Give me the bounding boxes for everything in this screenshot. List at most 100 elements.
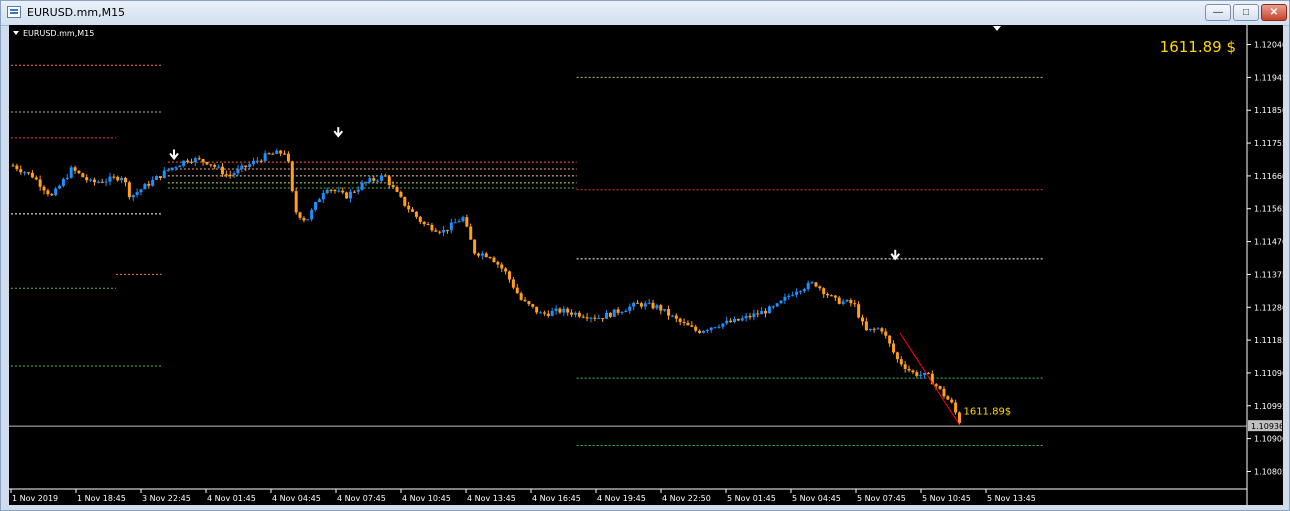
candle-body — [364, 181, 368, 184]
candle-body — [760, 310, 764, 315]
window-title: EURUSD.mm,M15 — [27, 6, 126, 19]
price-chart[interactable]: 1.12040 1.11945 1.11850 1.11755 1.11660 1.115… — [9, 25, 1283, 505]
candle-body — [903, 364, 907, 369]
candle-body — [267, 153, 271, 155]
candle-body — [457, 221, 461, 223]
candle-body — [740, 318, 744, 321]
chart-window: EURUSD.mm,M15 — □ ✕ 1.12040 1.11945 1.1185… — [0, 0, 1290, 511]
candle-body — [822, 288, 826, 295]
candle-body — [77, 170, 81, 174]
candle-body — [275, 150, 279, 154]
candle-body — [85, 177, 89, 181]
candle-body — [698, 330, 702, 333]
candle-body — [954, 402, 958, 413]
candle-body — [957, 412, 961, 423]
candle-body — [27, 172, 31, 174]
current-price-label: 1.10936 — [1251, 422, 1283, 431]
candle-body — [562, 308, 566, 313]
candle-body — [360, 183, 364, 190]
price-tick-label: 1.10805 — [1254, 467, 1283, 476]
candle-body — [469, 226, 473, 240]
candle-body — [888, 335, 892, 344]
candle-body — [314, 202, 318, 210]
title-bar[interactable]: EURUSD.mm,M15 — □ ✕ — [1, 1, 1289, 26]
candle-body — [224, 174, 228, 176]
candle-body — [54, 188, 58, 196]
candle-body — [767, 306, 771, 314]
candle-body — [853, 303, 857, 305]
candle-body — [197, 158, 201, 160]
candle-body — [585, 317, 589, 319]
candle-body — [131, 194, 135, 198]
candle-body — [422, 221, 426, 225]
time-tick-label: 5 Nov 13:45 — [987, 494, 1036, 503]
candle-body — [61, 178, 65, 186]
candle-body — [151, 179, 155, 186]
candle-body — [845, 299, 849, 302]
candle-body — [139, 189, 143, 193]
candle-body — [876, 328, 880, 330]
collapse-triangle-icon — [13, 31, 19, 35]
candle-body — [147, 183, 151, 186]
candle-body — [663, 308, 667, 311]
candle-body — [259, 160, 263, 162]
candle-body — [554, 308, 558, 311]
time-tick-label: 5 Nov 10:45 — [922, 494, 971, 503]
candle-body — [345, 192, 349, 199]
price-tick-label: 1.11945 — [1254, 73, 1283, 82]
candle-body — [391, 185, 395, 187]
candle-body — [283, 153, 287, 155]
candle-body — [787, 295, 791, 297]
candle-body — [729, 320, 733, 323]
candle-body — [833, 295, 837, 298]
close-button[interactable]: ✕ — [1261, 4, 1287, 21]
candle-body — [201, 159, 205, 162]
price-tick-label: 1.11185 — [1254, 336, 1283, 345]
maximize-button[interactable]: □ — [1233, 4, 1259, 21]
candle-body — [608, 312, 612, 317]
candle-body — [511, 279, 515, 288]
candle-body — [546, 313, 550, 316]
candle-body — [89, 179, 93, 181]
candle-body — [573, 312, 577, 315]
candlestick-chart[interactable]: 1.12040 1.11945 1.11850 1.11755 1.11660 1.115… — [9, 25, 1283, 505]
candle-body — [298, 212, 302, 218]
candle-body — [744, 315, 748, 319]
candle-body — [251, 160, 255, 165]
candle-body — [434, 230, 438, 232]
candle-body — [616, 309, 620, 313]
candle-body — [228, 174, 232, 176]
time-tick-label: 4 Nov 04:45 — [272, 494, 321, 503]
candle-body — [430, 224, 434, 231]
minimize-button[interactable]: — — [1205, 4, 1231, 21]
candle-body — [403, 196, 407, 206]
candle-body — [736, 318, 740, 321]
candle-body — [895, 352, 899, 360]
candle-body — [248, 164, 252, 167]
candle-body — [946, 396, 950, 400]
chart-shift-marker-icon — [993, 26, 1001, 31]
candle-body — [604, 312, 608, 319]
candle-body — [418, 216, 422, 222]
price-tick-label: 1.12040 — [1254, 41, 1283, 50]
sell-arrow-icon — [169, 149, 179, 161]
candle-body — [178, 165, 182, 168]
candle-body — [748, 315, 752, 318]
candle-body — [814, 282, 818, 287]
candle-body — [601, 318, 605, 320]
candle-body — [492, 257, 496, 263]
candle-body — [120, 177, 124, 181]
candle-body — [624, 310, 628, 313]
candle-body — [802, 289, 806, 292]
candle-body — [271, 153, 275, 155]
candle-body — [407, 205, 411, 210]
candle-body — [372, 178, 376, 181]
candle-body — [857, 304, 861, 318]
candle-body — [352, 191, 356, 193]
candle-body — [143, 183, 147, 190]
candle-body — [166, 169, 170, 171]
candle-body — [636, 302, 640, 304]
profit-display: 1611.89 $ — [1160, 38, 1236, 56]
candle-body — [539, 312, 543, 314]
candle-body — [411, 209, 415, 212]
